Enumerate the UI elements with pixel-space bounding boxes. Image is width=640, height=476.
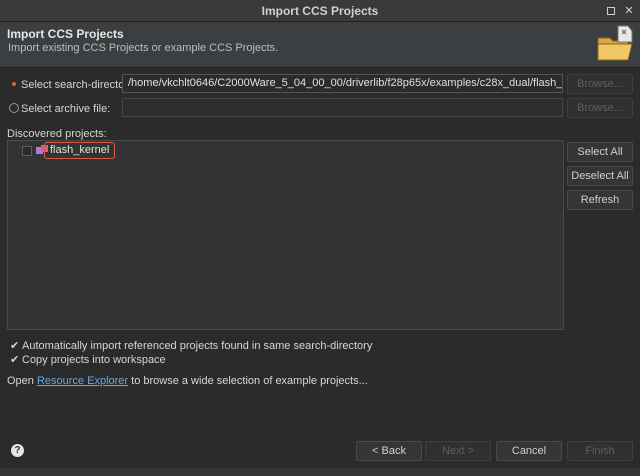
archive-file-browse-button[interactable]: Browse... [567,98,633,118]
discovered-projects-label: Discovered projects: [7,128,107,140]
checkmark-icon[interactable]: ✔ [10,353,20,366]
checkmark-icon[interactable]: ✔ [10,339,20,352]
search-directory-field[interactable]: /home/vkchlt0646/C2000Ware_5_04_00_00/dr… [122,74,563,93]
auto-import-option[interactable]: ✔ Automatically import referenced project… [10,339,372,352]
resource-prefix: Open [7,375,34,387]
refresh-button[interactable]: Refresh [567,190,633,210]
bottom-edge [0,468,640,476]
project-name[interactable]: flash_kernel [44,142,116,159]
resource-explorer-link[interactable]: Resource Explorer [37,375,128,387]
help-icon[interactable]: ? [11,444,24,457]
search-directory-radio[interactable] [9,79,19,89]
auto-import-label: Automatically import referenced projects… [22,340,373,352]
copy-projects-option[interactable]: ✔ Copy projects into workspace [10,353,166,366]
archive-file-field[interactable] [122,98,563,117]
close-icon[interactable]: ✕ [622,4,636,18]
finish-button[interactable]: Finish [567,441,633,461]
search-directory-label: Select search-directory: [21,79,137,91]
page-title: Import CCS Projects [7,27,124,41]
archive-file-radio[interactable] [9,103,19,113]
wizard-header: Import CCS Projects Import existing CCS … [0,22,640,68]
page-description: Import existing CCS Projects or example … [8,42,279,54]
window-titlebar: Import CCS Projects ✕ [0,0,640,22]
archive-file-label: Select archive file: [21,103,111,115]
cancel-button[interactable]: Cancel [496,441,562,461]
next-button[interactable]: Next > [425,441,491,461]
discovered-projects-tree[interactable]: flash_kernel [7,140,564,330]
resource-explorer-line: Open Resource Explorer to browse a wide … [7,375,368,387]
project-checkbox[interactable] [22,146,32,156]
search-directory-browse-button[interactable]: Browse... [567,74,633,94]
resource-suffix: to browse a wide selection of example pr… [131,375,368,387]
back-button[interactable]: < Back [356,441,422,461]
deselect-all-button[interactable]: Deselect All [567,166,633,186]
window-title: Import CCS Projects [261,4,379,18]
select-all-button[interactable]: Select All [567,142,633,162]
import-folder-wizard-icon [597,25,633,61]
copy-projects-label: Copy projects into workspace [22,354,166,366]
maximize-icon[interactable] [604,4,618,18]
